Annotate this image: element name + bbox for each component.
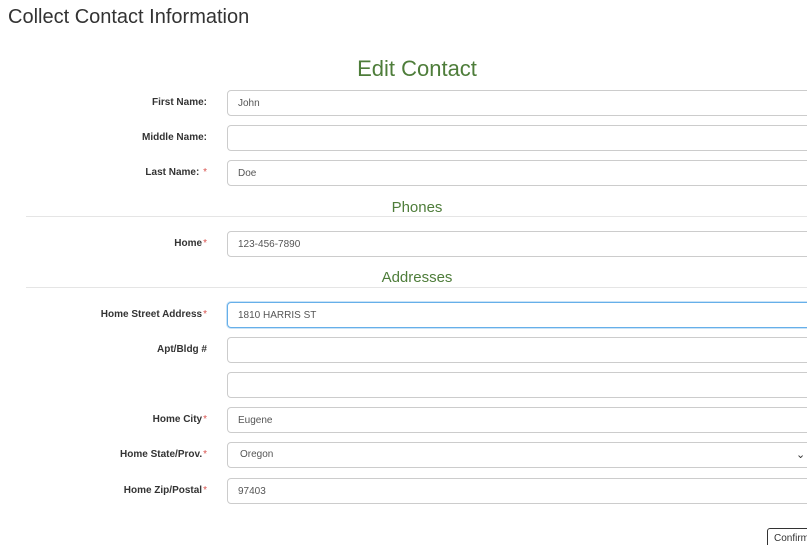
city-row: Home City*	[0, 407, 807, 433]
street-address-input[interactable]	[227, 302, 807, 328]
phones-section-title: Phones	[391, 199, 443, 216]
home-phone-row: Home*	[0, 231, 807, 257]
confirm-button[interactable]: Confirm	[767, 528, 807, 545]
street-label: Home Street Address*	[100, 309, 207, 320]
city-input[interactable]	[227, 407, 807, 433]
street-address-line2-input[interactable]	[227, 372, 807, 398]
street2-row	[0, 372, 807, 398]
required-marker: *	[203, 414, 207, 425]
apt-label: Apt/Bldg #	[157, 344, 207, 355]
chevron-down-icon: ⌄	[796, 449, 806, 461]
zip-input[interactable]	[227, 478, 807, 504]
state-label: Home State/Prov.*	[120, 449, 207, 460]
first-name-row: First Name:	[0, 90, 807, 116]
required-marker: *	[203, 449, 207, 460]
addresses-divider	[26, 287, 807, 288]
home-phone-label: Home*	[174, 238, 207, 249]
first-name-label: First Name:	[151, 97, 207, 108]
first-name-input[interactable]	[227, 90, 807, 116]
state-select[interactable]: Oregon ⌄	[227, 442, 807, 468]
addresses-section-title: Addresses	[381, 269, 453, 286]
required-marker: *	[203, 309, 207, 320]
middle-name-input[interactable]	[227, 125, 807, 151]
zip-row: Home Zip/Postal*	[0, 478, 807, 504]
phones-divider	[26, 216, 807, 217]
contact-page: Collect Contact Information Edit Contact…	[0, 0, 807, 545]
required-marker: *	[203, 485, 207, 496]
city-label: Home City*	[152, 414, 207, 425]
middle-name-row: Middle Name:	[0, 125, 807, 151]
apt-bldg-input[interactable]	[227, 337, 807, 363]
required-marker: *	[203, 167, 207, 178]
state-selected-value: Oregon	[240, 449, 274, 460]
last-name-label: Last Name: *	[145, 167, 207, 178]
middle-name-label: Middle Name:	[141, 132, 207, 143]
street-row: Home Street Address*	[0, 302, 807, 328]
home-phone-input[interactable]	[227, 231, 807, 257]
last-name-input[interactable]	[227, 160, 807, 186]
state-row: Home State/Prov.* Oregon ⌄	[0, 442, 807, 468]
zip-label: Home Zip/Postal*	[123, 485, 207, 496]
last-name-row: Last Name: *	[0, 160, 807, 186]
page-title: Collect Contact Information	[8, 6, 250, 28]
apt-row: Apt/Bldg #	[0, 337, 807, 363]
form-title: Edit Contact	[357, 56, 477, 81]
required-marker: *	[203, 238, 207, 249]
